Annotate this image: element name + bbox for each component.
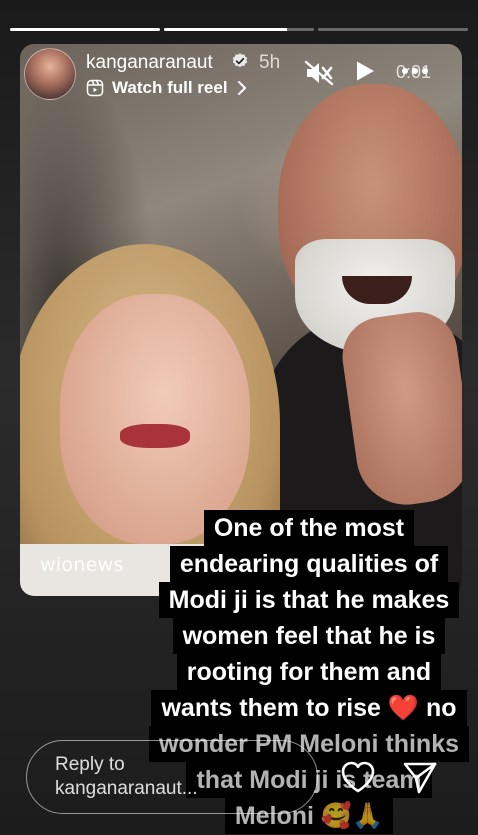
username[interactable]: kanganaranaut bbox=[86, 52, 213, 74]
progress-segment-2 bbox=[164, 28, 314, 31]
story-progress bbox=[10, 28, 468, 31]
video-watermark: wionews bbox=[40, 554, 124, 576]
avatar[interactable] bbox=[24, 48, 76, 100]
progress-segment-3 bbox=[318, 28, 468, 31]
caption-line: wants them to rise ❤️ no bbox=[151, 690, 467, 726]
caption-line: rooting for them and bbox=[176, 654, 442, 690]
verified-badge-icon bbox=[232, 53, 248, 68]
watch-full-reel-label: Watch full reel bbox=[112, 78, 228, 97]
reel-icon bbox=[86, 79, 104, 97]
heart-icon[interactable] bbox=[340, 760, 376, 794]
caption-line: Modi ji is that he makes bbox=[158, 582, 460, 618]
more-options-icon[interactable] bbox=[402, 62, 428, 80]
chevron-right-icon bbox=[237, 81, 246, 95]
post-time: 5h bbox=[259, 52, 281, 73]
send-icon[interactable] bbox=[402, 760, 438, 796]
story-header: kanganaranaut 5h Watch full reel 0:01 bbox=[24, 48, 464, 104]
caption-line: One of the most bbox=[203, 510, 415, 546]
video-person-woman-lips bbox=[120, 424, 190, 448]
story-viewer: wionews kanganaranaut 5h Watch full reel bbox=[0, 0, 478, 835]
reply-input[interactable]: Reply to kanganaranaut... bbox=[26, 740, 318, 814]
progress-segment-1 bbox=[10, 28, 160, 31]
caption-line: endearing qualities of bbox=[169, 546, 449, 582]
speaker-muted-icon[interactable] bbox=[304, 60, 334, 86]
play-icon[interactable] bbox=[354, 60, 376, 82]
video-person-woman-face bbox=[60, 294, 250, 544]
caption-line: women feel that he is bbox=[172, 618, 446, 654]
reply-placeholder-line-1: Reply to bbox=[55, 754, 125, 775]
watch-full-reel-link[interactable]: Watch full reel bbox=[86, 78, 248, 98]
reply-placeholder-line-2: kanganaranaut... bbox=[55, 778, 198, 799]
